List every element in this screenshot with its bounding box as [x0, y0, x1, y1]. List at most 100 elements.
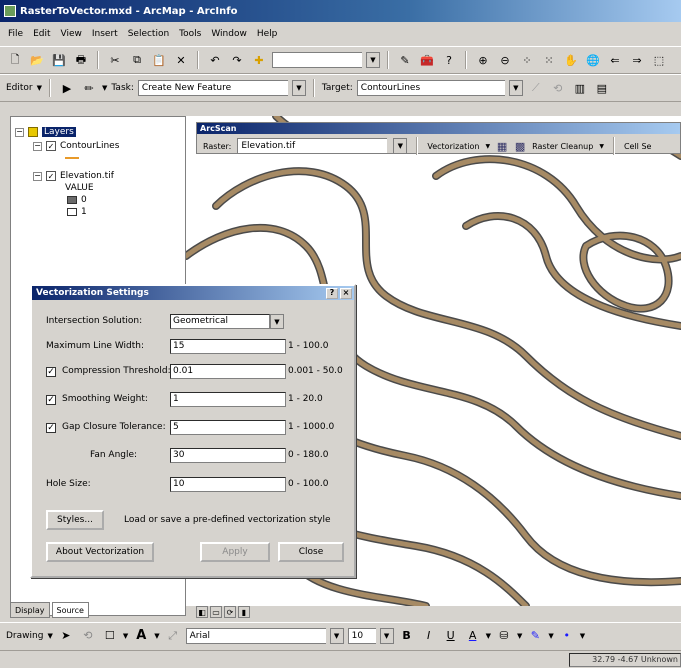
- sketch-properties-icon[interactable]: ▤: [593, 79, 611, 97]
- rectangle-icon[interactable]: ☐: [101, 627, 119, 645]
- undo-icon[interactable]: ↶: [206, 51, 224, 69]
- pause-drawing-icon[interactable]: ▮: [238, 606, 250, 618]
- smoothing-checkbox[interactable]: ✓: [46, 395, 56, 405]
- full-extent-icon[interactable]: 🌐: [584, 51, 602, 69]
- menu-edit[interactable]: Edit: [33, 29, 50, 39]
- underline-icon[interactable]: U: [442, 627, 460, 645]
- chevron-down-icon[interactable]: ▼: [580, 632, 585, 640]
- refresh-icon[interactable]: ⟳: [224, 606, 236, 618]
- chevron-down-icon[interactable]: ▼: [291, 80, 306, 96]
- arctoolbox-icon[interactable]: 🧰: [418, 51, 436, 69]
- collapse-icon[interactable]: −: [33, 141, 42, 151]
- chevron-down-icon[interactable]: ▼: [329, 627, 344, 644]
- open-icon[interactable]: 📂: [28, 51, 46, 69]
- intersection-solution-select[interactable]: Geometrical: [170, 314, 270, 329]
- rotate-icon[interactable]: ⟲: [79, 627, 97, 645]
- data-view-icon[interactable]: ◧: [196, 606, 208, 618]
- layout-view-icon[interactable]: ▭: [210, 606, 222, 618]
- marker-color-icon[interactable]: •: [558, 627, 576, 645]
- editor-toolbar-icon[interactable]: ✎: [396, 51, 414, 69]
- editor-menu[interactable]: Editor: [6, 83, 33, 93]
- raster-cleanup-menu[interactable]: Raster Cleanup: [532, 142, 593, 151]
- cell-selection-icon[interactable]: ▩: [514, 137, 526, 155]
- chevron-down-icon[interactable]: ▼: [102, 84, 107, 92]
- font-select[interactable]: Arial: [185, 627, 326, 644]
- raster-snapping-icon[interactable]: ▦: [496, 137, 508, 155]
- layer-name[interactable]: Elevation.tif: [60, 171, 114, 181]
- gap-closure-input[interactable]: 5: [170, 420, 286, 435]
- chevron-down-icon[interactable]: ▼: [486, 632, 491, 640]
- hole-size-input[interactable]: 10: [170, 477, 286, 492]
- attributes-icon[interactable]: ▥: [571, 79, 589, 97]
- menu-insert[interactable]: Insert: [92, 29, 118, 39]
- text-icon[interactable]: A: [132, 627, 150, 645]
- menu-file[interactable]: File: [8, 29, 23, 39]
- gap-closure-checkbox[interactable]: ✓: [46, 423, 56, 433]
- layer-name[interactable]: ContourLines: [60, 141, 119, 151]
- compression-input[interactable]: 0.01: [170, 364, 286, 379]
- fixed-zoom-in-icon[interactable]: ⁘: [518, 51, 536, 69]
- chevron-down-icon[interactable]: ▼: [366, 52, 380, 68]
- chevron-down-icon[interactable]: ▼: [37, 84, 42, 92]
- italic-icon[interactable]: I: [420, 627, 438, 645]
- line-color-icon[interactable]: ✎: [526, 627, 544, 645]
- split-tool-icon[interactable]: ⟋: [527, 79, 545, 97]
- edit-vertices-icon[interactable]: ⤢: [164, 627, 182, 645]
- chevron-down-icon[interactable]: ▼: [270, 314, 284, 329]
- menu-help[interactable]: Help: [257, 29, 278, 39]
- add-data-icon[interactable]: ✚: [250, 51, 268, 69]
- zoom-in-icon[interactable]: ⊕: [474, 51, 492, 69]
- pan-icon[interactable]: ✋: [562, 51, 580, 69]
- copy-icon[interactable]: ⧉: [128, 51, 146, 69]
- delete-icon[interactable]: ✕: [172, 51, 190, 69]
- font-size-select[interactable]: 10: [347, 627, 376, 644]
- redo-icon[interactable]: ↷: [228, 51, 246, 69]
- new-icon[interactable]: 🗋: [6, 51, 24, 69]
- menu-tools[interactable]: Tools: [179, 29, 201, 39]
- zoom-out-icon[interactable]: ⊖: [496, 51, 514, 69]
- collapse-icon[interactable]: −: [15, 127, 24, 137]
- layer-visibility-checkbox[interactable]: ✓: [46, 171, 56, 181]
- tab-display[interactable]: Display: [10, 602, 50, 618]
- legend-swatch[interactable]: [67, 208, 77, 216]
- task-select[interactable]: Create New Feature: [137, 80, 288, 96]
- chevron-down-icon[interactable]: ▼: [517, 632, 522, 640]
- map-scale-combo[interactable]: [272, 52, 362, 68]
- layer-visibility-checkbox[interactable]: ✓: [46, 141, 56, 151]
- menu-selection[interactable]: Selection: [128, 29, 169, 39]
- close-button[interactable]: Close: [278, 542, 344, 562]
- legend-swatch[interactable]: [67, 196, 77, 204]
- fill-color-icon[interactable]: ⛁: [495, 627, 513, 645]
- styles-button[interactable]: Styles...: [46, 510, 104, 530]
- raster-select[interactable]: Elevation.tif: [237, 138, 388, 154]
- edit-pointer-icon[interactable]: ▶: [58, 79, 76, 97]
- chevron-down-icon[interactable]: ▼: [508, 80, 523, 96]
- chevron-down-icon[interactable]: ▼: [379, 627, 394, 644]
- chevron-down-icon[interactable]: ▼: [599, 143, 604, 150]
- cell-selection-menu[interactable]: Cell Se: [624, 142, 652, 151]
- fixed-zoom-out-icon[interactable]: ⁙: [540, 51, 558, 69]
- compression-checkbox[interactable]: ✓: [46, 367, 56, 377]
- font-color-icon[interactable]: A: [464, 627, 482, 645]
- chevron-down-icon[interactable]: ▼: [486, 143, 491, 150]
- drawing-menu[interactable]: Drawing: [6, 631, 43, 641]
- chevron-down-icon[interactable]: ▼: [154, 632, 159, 640]
- target-select[interactable]: ContourLines: [356, 80, 505, 96]
- chevron-down-icon[interactable]: ▼: [47, 632, 52, 640]
- rotate-tool-icon[interactable]: ⟲: [549, 79, 567, 97]
- save-icon[interactable]: 💾: [50, 51, 68, 69]
- about-vectorization-button[interactable]: About Vectorization: [46, 542, 154, 562]
- line-symbol[interactable]: [65, 157, 79, 159]
- smoothing-input[interactable]: 1: [170, 392, 286, 407]
- forward-arrow-icon[interactable]: ⇒: [628, 51, 646, 69]
- select-elements-icon[interactable]: ➤: [57, 627, 75, 645]
- max-line-width-input[interactable]: 15: [170, 339, 286, 354]
- chevron-down-icon[interactable]: ▼: [123, 632, 128, 640]
- menu-view[interactable]: View: [61, 29, 82, 39]
- layers-root-label[interactable]: Layers: [42, 127, 76, 137]
- apply-button[interactable]: Apply: [200, 542, 270, 562]
- help-icon[interactable]: ?: [326, 287, 338, 299]
- select-features-icon[interactable]: ⬚: [650, 51, 668, 69]
- sketch-tool-icon[interactable]: ✏: [80, 79, 98, 97]
- bold-icon[interactable]: B: [398, 627, 416, 645]
